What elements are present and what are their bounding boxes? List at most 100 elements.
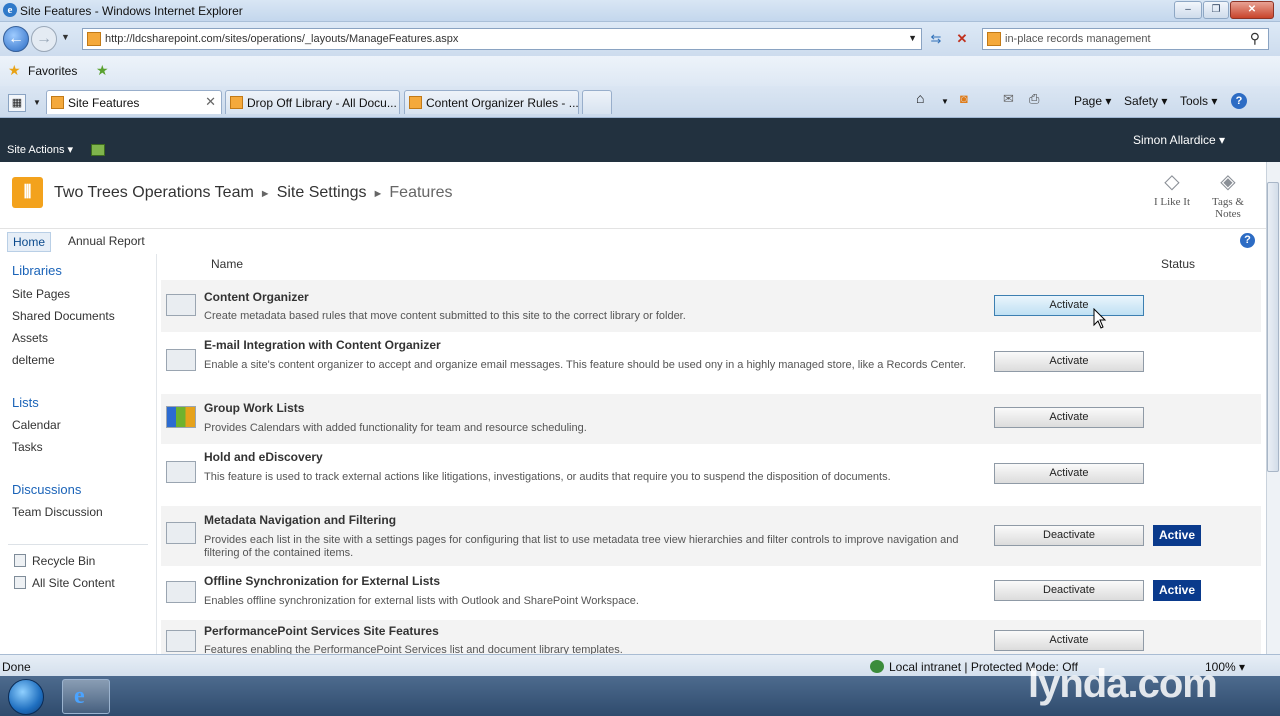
tags-label: Tags & (1212, 196, 1244, 208)
help-menu-icon[interactable]: ? (1231, 93, 1247, 109)
favorites-star-icon[interactable]: ★ (8, 62, 21, 79)
feature-title: PerformancePoint Services Site Features (204, 624, 439, 638)
column-header-status: Status (1161, 257, 1196, 271)
tags-notes-button[interactable]: ◈ Tags & Notes (1202, 168, 1254, 220)
minimize-button[interactable]: – (1174, 1, 1202, 19)
tab-favicon-icon (409, 96, 422, 109)
activate-button[interactable]: Activate (994, 351, 1144, 372)
activate-button[interactable]: Activate (994, 463, 1144, 484)
tab-content-organizer-rules[interactable]: Content Organizer Rules - ... (404, 90, 579, 114)
stop-icon[interactable]: ✕ (952, 29, 972, 49)
feature-title: Offline Synchronization for External Lis… (204, 574, 441, 588)
ql-recycle-bin[interactable]: Recycle Bin (32, 554, 95, 568)
feeds-icon[interactable]: ◙ (960, 91, 968, 106)
start-button-icon[interactable] (8, 679, 44, 715)
feature-row-hold-ediscovery: Hold and eDiscovery This feature is used… (161, 445, 1261, 505)
tab-label: Content Organizer Rules - ... (426, 96, 579, 110)
activate-button[interactable]: Activate (994, 630, 1144, 651)
feature-icon (166, 294, 196, 316)
breadcrumb-separator-icon: ► (372, 188, 384, 200)
tags-notes-icon: ◈ (1220, 171, 1236, 193)
history-dropdown-icon[interactable]: ▼ (61, 32, 70, 42)
tab-site-features[interactable]: Site Features ✕ (46, 90, 222, 114)
add-favorite-icon[interactable]: ★ (96, 62, 109, 79)
forward-button[interactable]: → (31, 26, 57, 52)
status-badge: Active (1153, 580, 1201, 601)
window-titlebar: e Site Features - Windows Internet Explo… (0, 0, 1280, 22)
address-dropdown-icon[interactable]: ▼ (908, 33, 917, 43)
search-box[interactable]: in-place records management ⚲ (982, 28, 1269, 50)
home-icon[interactable]: ⌂ (916, 90, 924, 106)
tab-label: Drop Off Library - All Docu... (247, 96, 397, 110)
tools-menu[interactable]: Tools ▾ (1180, 94, 1217, 108)
tab-list-dropdown-icon[interactable]: ▼ (33, 98, 41, 107)
compatibility-view-icon[interactable]: ⇆ (926, 29, 946, 49)
favorites-label[interactable]: Favorites (28, 64, 77, 78)
safety-menu[interactable]: Safety ▾ (1124, 94, 1167, 108)
favorites-bar: ★ Favorites ★ (0, 56, 1280, 86)
ql-all-site-content[interactable]: All Site Content (32, 576, 115, 590)
new-tab-button[interactable] (582, 90, 612, 114)
search-icon[interactable]: ⚲ (1250, 30, 1260, 47)
ql-item-shared-documents[interactable]: Shared Documents (12, 309, 115, 323)
ql-item-team-discussion[interactable]: Team Discussion (12, 505, 103, 519)
quick-tabs-icon[interactable]: ▦ (8, 94, 26, 112)
mail-icon[interactable]: ✉ (1003, 91, 1014, 107)
search-text: in-place records management (1005, 33, 1151, 45)
site-logo-icon[interactable]: ⫴ (12, 177, 43, 208)
ql-item-delteme[interactable]: delteme (12, 353, 55, 367)
tab-drop-off-library[interactable]: Drop Off Library - All Docu... (225, 90, 400, 114)
navigate-up-icon[interactable] (91, 144, 105, 156)
topnav-annual-report[interactable]: Annual Report (68, 234, 145, 248)
activate-button[interactable]: Activate (994, 407, 1144, 428)
scrollbar-thumb[interactable] (1267, 182, 1279, 472)
all-site-content-icon (14, 576, 26, 589)
feature-description: Enable a site's content organizer to acc… (204, 359, 966, 371)
breadcrumb-current: Features (389, 184, 453, 201)
maximize-button[interactable]: ❐ (1203, 1, 1229, 19)
breadcrumb-site-settings[interactable]: Site Settings (277, 184, 367, 201)
feature-icon (166, 461, 196, 483)
ql-item-site-pages[interactable]: Site Pages (12, 287, 70, 301)
i-like-it-button[interactable]: ◇ I Like It (1146, 168, 1198, 208)
deactivate-button[interactable]: Deactivate (994, 525, 1144, 546)
intranet-zone-icon (870, 660, 884, 673)
ql-item-assets[interactable]: Assets (12, 331, 48, 345)
window-title: Site Features - Windows Internet Explore… (20, 4, 243, 18)
breadcrumb-site[interactable]: Two Trees Operations Team (54, 184, 254, 201)
column-header-name[interactable]: Name (211, 257, 243, 271)
deactivate-button[interactable]: Deactivate (994, 580, 1144, 601)
activate-button[interactable]: Activate (994, 295, 1144, 316)
ql-lists-heading[interactable]: Lists (12, 395, 39, 410)
page-menu[interactable]: Page ▾ (1074, 94, 1111, 108)
close-window-button[interactable]: ✕ (1230, 1, 1274, 19)
tab-label: Site Features (68, 96, 140, 110)
address-toolbar: ← → ▼ http://ldcsharepoint.com/sites/ope… (0, 22, 1280, 56)
tab-favicon-icon (230, 96, 243, 109)
site-actions-menu[interactable]: Site Actions ▾ (7, 143, 73, 156)
feature-description: Features enabling the PerformancePoint S… (204, 644, 623, 654)
feature-description: Provides each list in the site with a se… (204, 534, 959, 559)
help-icon[interactable]: ? (1240, 233, 1255, 248)
feature-row-email-integration: E-mail Integration with Content Organize… (161, 333, 1261, 393)
taskbar-ie-button[interactable]: e (62, 679, 110, 714)
ql-libraries-heading[interactable]: Libraries (12, 263, 62, 278)
close-tab-icon[interactable]: ✕ (205, 94, 216, 110)
ql-item-calendar[interactable]: Calendar (12, 418, 61, 432)
ql-discussions-heading[interactable]: Discussions (12, 482, 81, 497)
like-tag-icon: ◇ (1164, 171, 1180, 193)
feature-row-performancepoint: PerformancePoint Services Site Features … (161, 620, 1261, 654)
print-icon[interactable]: ⎙ (1029, 91, 1039, 107)
ql-item-tasks[interactable]: Tasks (12, 440, 43, 454)
feature-description: Enables offline synchronization for exte… (204, 595, 639, 607)
user-menu[interactable]: Simon Allardice ▾ (1133, 133, 1225, 147)
recycle-bin-icon (14, 554, 26, 567)
back-button[interactable]: ← (3, 26, 29, 52)
tab-favicon-icon (51, 96, 64, 109)
topnav-home[interactable]: Home (7, 232, 52, 252)
feature-title: E-mail Integration with Content Organize… (204, 338, 441, 352)
address-bar[interactable]: http://ldcsharepoint.com/sites/operation… (82, 28, 922, 50)
sharepoint-ribbon (0, 118, 1280, 162)
home-dropdown-icon[interactable]: ▼ (941, 97, 949, 106)
ie-taskbar-icon: e (74, 683, 85, 709)
